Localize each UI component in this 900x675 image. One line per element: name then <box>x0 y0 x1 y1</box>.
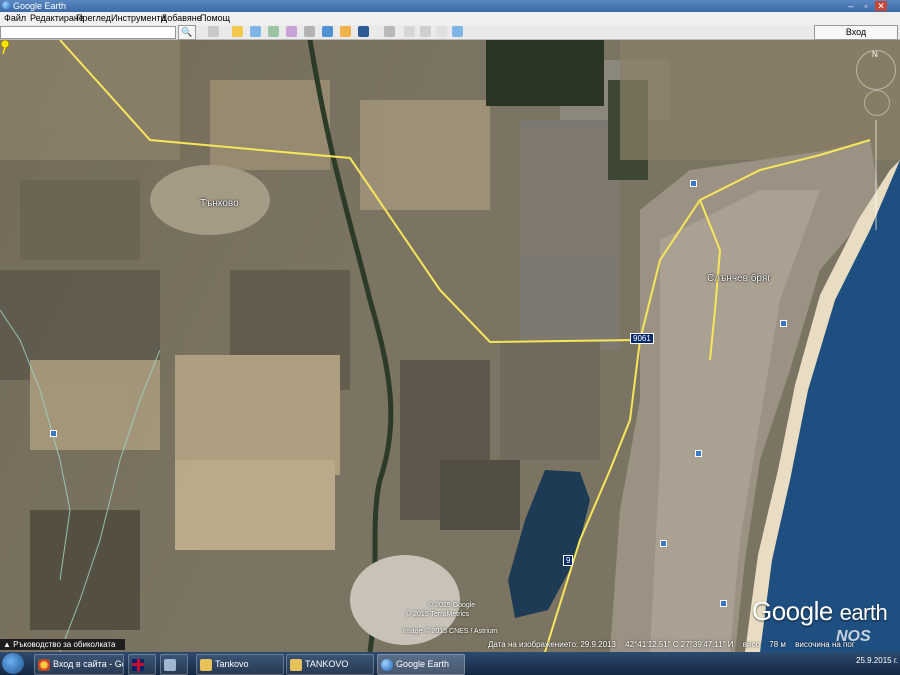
tour-guide-label: Ръководство за обиколката <box>13 640 116 649</box>
menu-tools[interactable]: Инструменти <box>111 12 166 25</box>
label-tankovo: Тънково <box>200 198 239 209</box>
status-bar: Дата на изображението: 29.9.2013 42°41'1… <box>488 640 862 649</box>
google-earth-icon <box>2 1 11 10</box>
menu-help[interactable]: Помощ <box>200 12 230 25</box>
tour-guide-toggle[interactable]: ▲ Ръководство за обиколката <box>0 639 125 650</box>
save-image-icon[interactable] <box>436 26 447 37</box>
menu-view[interactable]: Преглед <box>76 12 111 25</box>
logo-earth-text: earth <box>839 600 888 625</box>
folder-icon <box>290 658 302 671</box>
poi-marker[interactable] <box>720 600 727 607</box>
taskbar: Вход в сайта - Go... Tankovo TANKOVO Goo… <box>0 652 900 675</box>
google-earth-logo: Google earth <box>752 596 888 627</box>
task-folder-tankovo-caps[interactable]: TANKOVO <box>286 654 374 675</box>
image-overlay-icon[interactable] <box>286 26 297 37</box>
clock-date: 25.9.2015 г. <box>856 656 898 665</box>
folder-icon <box>200 658 212 671</box>
search-button[interactable]: 🔍 <box>178 25 196 40</box>
toolbar: 🔍 Вход <box>0 25 900 40</box>
path-icon[interactable] <box>268 26 279 37</box>
task-label: Вход в сайта - Go... <box>53 659 123 669</box>
task-google-earth[interactable]: Google Earth <box>377 654 465 675</box>
system-clock[interactable]: 25.9.2015 г. <box>856 656 898 665</box>
task-label: TANKOVO <box>305 659 349 669</box>
task-network[interactable] <box>160 654 188 675</box>
road-shield-9061: 9061 <box>630 333 654 344</box>
uk-flag-icon <box>132 658 144 671</box>
earth-map-view[interactable]: Тънково Слънчев бряг 9061 9 N © 2015 Goo… <box>0 40 900 652</box>
sunlight-icon[interactable] <box>340 26 351 37</box>
satellite-imagery <box>0 40 900 652</box>
google-earth-icon <box>381 658 393 671</box>
logo-google-text: Google <box>752 596 833 626</box>
pushpin-icon[interactable] <box>0 40 10 54</box>
compass-north-label: N <box>872 50 878 59</box>
task-folder-tankovo[interactable]: Tankovo <box>196 654 284 675</box>
elevation-value: 78 м <box>769 640 786 649</box>
watermark: NOS <box>836 628 871 645</box>
menu-file[interactable]: Файл <box>4 12 26 25</box>
task-language[interactable] <box>128 654 156 675</box>
label-sunny-beach: Слънчев бряг <box>707 273 771 284</box>
ruler-icon[interactable] <box>384 26 395 37</box>
maximize-button[interactable]: ▫ <box>860 1 872 11</box>
poi-marker[interactable] <box>660 540 667 547</box>
poi-marker[interactable] <box>780 320 787 327</box>
task-label: Tankovo <box>215 659 249 669</box>
planets-icon[interactable] <box>358 26 369 37</box>
tour-icon[interactable] <box>304 26 315 37</box>
title-bar: Google Earth – ▫ ✕ <box>0 0 900 12</box>
zoom-slider[interactable] <box>875 120 877 230</box>
print-icon[interactable] <box>420 26 431 37</box>
copyright-terrametrics: © 2015 TerraMetrics <box>406 611 469 618</box>
polygon-icon[interactable] <box>250 26 261 37</box>
poi-marker[interactable] <box>690 180 697 187</box>
copyright-cnes: Image © 2015 CNES / Astrium <box>403 628 498 635</box>
email-icon[interactable] <box>404 26 415 37</box>
task-label: Google Earth <box>396 659 450 669</box>
search-input[interactable] <box>0 26 176 39</box>
look-control[interactable] <box>864 90 890 116</box>
poi-marker[interactable] <box>50 430 57 437</box>
network-icon <box>164 658 176 671</box>
start-button[interactable] <box>2 653 24 674</box>
copyright-google: © 2015 Google <box>428 602 476 609</box>
compass-control[interactable]: N <box>856 50 896 90</box>
task-chrome[interactable]: Вход в сайта - Go... <box>34 654 124 675</box>
menu-bar: Файл Редактиране Преглед Инструменти Доб… <box>0 12 900 26</box>
imagery-date: Дата на изображението: 29.9.2013 <box>488 640 616 649</box>
road-shield-9: 9 <box>563 555 574 566</box>
close-button[interactable]: ✕ <box>875 1 887 11</box>
coordinates: 42°41'12.51" С 27°39'47.11" И <box>625 640 734 649</box>
menu-add[interactable]: Добавяне <box>161 12 202 25</box>
sidebar-toggle-icon[interactable] <box>208 26 219 37</box>
minimize-button[interactable]: – <box>845 1 857 11</box>
signin-button[interactable]: Вход <box>814 25 898 40</box>
elevation-label: висо <box>742 640 761 649</box>
maps-icon[interactable] <box>452 26 463 37</box>
chrome-icon <box>38 658 50 671</box>
search-icon: 🔍 <box>181 27 193 37</box>
window-title: Google Earth <box>13 1 67 11</box>
historical-imagery-icon[interactable] <box>322 26 333 37</box>
placemark-icon[interactable] <box>232 26 243 37</box>
poi-marker[interactable] <box>695 450 702 457</box>
